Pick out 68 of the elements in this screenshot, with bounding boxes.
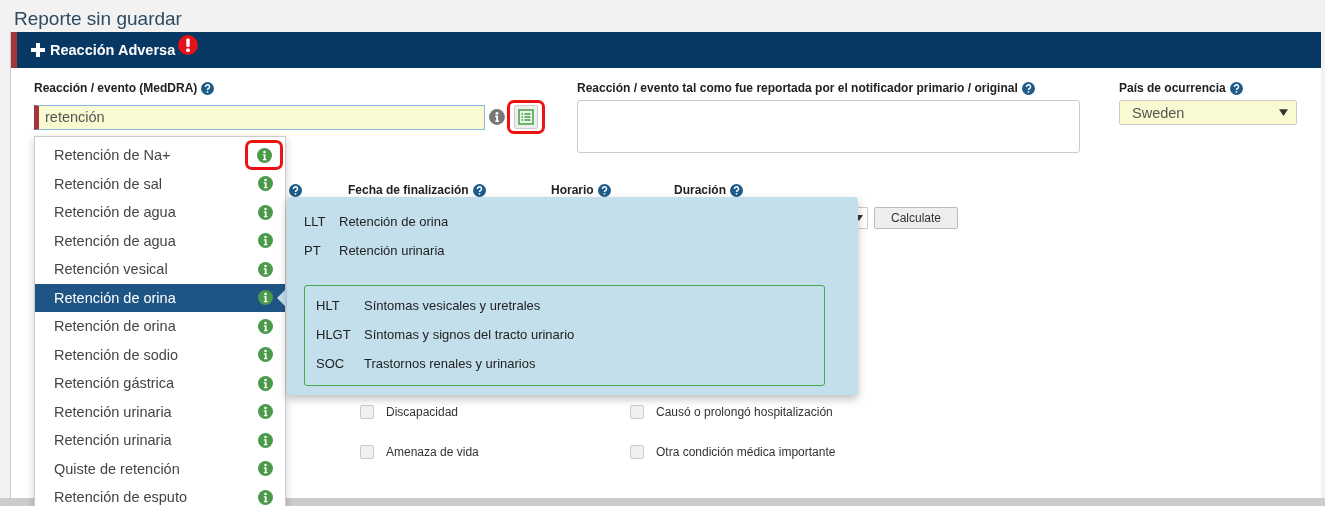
term-name: Trastornos renales y urinarios bbox=[364, 356, 536, 373]
suggestion-item[interactable]: Retención de sal bbox=[35, 169, 285, 198]
page-title: Reporte sin guardar bbox=[13, 7, 183, 31]
suggestion-item[interactable]: Retención urinaria bbox=[35, 397, 285, 426]
info-icon[interactable] bbox=[258, 404, 273, 420]
list-button[interactable] bbox=[514, 105, 539, 129]
info-icon[interactable] bbox=[258, 375, 273, 391]
help-icon[interactable] bbox=[1021, 81, 1035, 95]
suggestion-item[interactable]: Retención de Na+ bbox=[35, 141, 285, 170]
field-label: Reacción / evento (MedDRA) bbox=[34, 81, 198, 95]
info-icon[interactable] bbox=[256, 147, 272, 163]
info-icon[interactable] bbox=[258, 233, 273, 249]
checkbox-label: Otra condición médica importante bbox=[656, 445, 836, 459]
info-icon[interactable] bbox=[258, 461, 273, 477]
suggestion-item[interactable]: Quiste de retención bbox=[35, 454, 285, 483]
checkbox[interactable] bbox=[360, 445, 374, 459]
info-icon[interactable] bbox=[258, 347, 273, 363]
suggestion-item[interactable]: Retención de agua bbox=[35, 226, 285, 255]
term-name: Retención urinaria bbox=[339, 243, 445, 260]
help-icon[interactable] bbox=[289, 183, 302, 197]
info-icon[interactable] bbox=[258, 204, 273, 220]
suggestion-item[interactable]: Retención vesical bbox=[35, 255, 285, 284]
plus-icon bbox=[31, 43, 45, 57]
info-icon[interactable] bbox=[258, 261, 273, 277]
field-label: Reacción / evento tal como fue reportada por el notificador primario / original bbox=[577, 81, 1018, 95]
suggestion-item[interactable]: Retención de agua bbox=[35, 198, 285, 227]
term-level: HLGT bbox=[316, 327, 352, 344]
checkbox-label: Discapacidad bbox=[386, 405, 459, 419]
checkbox[interactable] bbox=[630, 445, 644, 459]
suggestion-item[interactable]: Retención de sodio bbox=[35, 340, 285, 369]
suggestion-item[interactable]: Retención de orina bbox=[35, 283, 285, 312]
checkbox-label: Amenaza de vida bbox=[386, 445, 479, 459]
suggestion-item[interactable]: Retención de esputo bbox=[35, 483, 285, 506]
field-label: Duración bbox=[674, 183, 726, 197]
checkbox-label: Causó o prolongó hospitalización bbox=[656, 405, 833, 419]
suggestion-item[interactable]: Retención urinaria bbox=[35, 426, 285, 455]
field-label: País de ocurrencia bbox=[1119, 81, 1226, 95]
field-label: Horario bbox=[551, 183, 594, 197]
list-icon bbox=[518, 109, 535, 125]
suggestion-item[interactable]: Retención de orina bbox=[35, 312, 285, 341]
help-icon[interactable] bbox=[597, 183, 611, 197]
term-level: LLT bbox=[304, 214, 327, 231]
info-icon[interactable] bbox=[258, 432, 273, 448]
reported-reaction-field[interactable] bbox=[577, 100, 1080, 153]
info-icon[interactable] bbox=[258, 318, 273, 334]
help-icon[interactable] bbox=[472, 183, 486, 197]
term-level: PT bbox=[304, 243, 322, 260]
country-select[interactable]: Sweden bbox=[1119, 100, 1297, 125]
info-icon[interactable] bbox=[258, 176, 273, 192]
help-icon[interactable] bbox=[201, 81, 215, 95]
help-icon[interactable] bbox=[1229, 81, 1243, 95]
reaction-input[interactable]: retención bbox=[34, 104, 486, 130]
help-icon[interactable] bbox=[730, 183, 743, 197]
checkbox[interactable] bbox=[360, 405, 374, 419]
section-title: Reacción Adversa bbox=[50, 42, 176, 58]
info-icon[interactable] bbox=[489, 109, 506, 125]
suggestion-item[interactable]: Retención gástrica bbox=[35, 369, 285, 398]
checkbox[interactable] bbox=[630, 405, 644, 419]
term-name: Retención de orina bbox=[339, 214, 449, 231]
term-level: HLT bbox=[316, 298, 341, 315]
field-label: Fecha de finalización bbox=[348, 183, 469, 197]
info-icon[interactable] bbox=[258, 489, 273, 505]
term-name: Síntomas vesicales y uretrales bbox=[364, 298, 541, 315]
info-icon[interactable] bbox=[258, 290, 273, 306]
term-name: Síntomas y signos del tracto urinario bbox=[364, 327, 575, 344]
caret-icon bbox=[1279, 109, 1288, 116]
calculate-button[interactable]: Calculate bbox=[874, 207, 958, 229]
term-level: SOC bbox=[316, 356, 346, 373]
